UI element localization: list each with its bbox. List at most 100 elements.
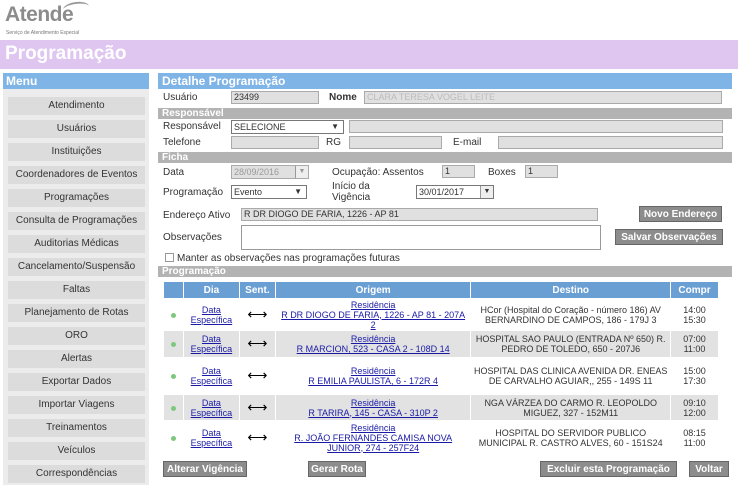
- compr-cell: 08:15 11:00: [670, 420, 719, 455]
- origem-title-link[interactable]: Residência: [351, 366, 396, 376]
- boxes-label: Boxes: [488, 167, 516, 178]
- responsavel-select[interactable]: SELECIONE ▼: [231, 120, 344, 134]
- dia-link[interactable]: Data Específica: [191, 398, 233, 418]
- origem-address-link[interactable]: R DR DIOGO DE FARIA, 1226 - AP 81 - 207A…: [281, 310, 465, 330]
- calendar-dropdown-icon: ▼: [480, 186, 493, 198]
- programacao-label: Programação: [163, 187, 224, 198]
- origem-title-link[interactable]: Residência: [351, 334, 396, 344]
- alterar-vigencia-button[interactable]: Alterar Vigência: [163, 461, 247, 477]
- origem-title-link[interactable]: Residência: [351, 300, 396, 310]
- menu-item-consulta-programacoes[interactable]: Consulta de Programações: [8, 212, 145, 230]
- novo-endereco-button[interactable]: Novo Endereço: [639, 206, 722, 222]
- page-title: Programação: [5, 43, 127, 64]
- table-row: Data Específica ⟷ Residência R. JOÃO FERN…: [163, 420, 719, 455]
- menu-item-instituicoes[interactable]: Instituições: [8, 143, 145, 161]
- status-dot-icon: [170, 342, 176, 347]
- ocupacao-label: Ocupação: Assentos: [332, 167, 424, 178]
- origem-address-link[interactable]: R MARCION, 523 - CASA 2 - 108D 14: [297, 344, 450, 354]
- logo-subtitle: Serviço de Atendimento Especial: [6, 30, 80, 36]
- rg-label: RG: [326, 137, 341, 148]
- responsavel-name-field[interactable]: [349, 120, 723, 133]
- inicio-vigencia-label-1: Início da: [332, 181, 370, 192]
- menu-item-planejamento-rotas[interactable]: Planejamento de Rotas: [8, 304, 145, 322]
- nome-field[interactable]: CLARA TERESA VOGEL LEITE: [364, 91, 722, 104]
- responsavel-label: Responsável: [163, 121, 221, 132]
- main-panel: Detalhe Programação Usuário 23499 Nome C…: [158, 73, 732, 485]
- observacoes-textarea[interactable]: [241, 225, 601, 250]
- destino-cell: NGA VÁRZEA DO CARMO R. LEOPOLDO MIGUEZ, …: [470, 394, 671, 421]
- bidirectional-arrow-icon: ⟷: [247, 305, 268, 322]
- table-row: Data Específica ⟷ Residência R EMILIA PAU…: [163, 357, 719, 395]
- origem-address-link[interactable]: R EMILIA PAULISTA, 6 - 172R 4: [308, 376, 438, 386]
- data-label: Data: [163, 167, 185, 178]
- bidirectional-arrow-icon: ⟷: [247, 367, 268, 383]
- dia-link[interactable]: Data Específica: [191, 428, 233, 448]
- col-destino: Destino: [470, 281, 671, 299]
- col-status: [163, 281, 184, 299]
- programacao-section: Programação: [158, 266, 732, 277]
- salvar-observacoes-button[interactable]: Salvar Observações: [615, 229, 723, 245]
- destino-cell: HOSPITAL DO SERVIDOR PUBLICO MUNICIPAL R…: [470, 420, 671, 455]
- origem-title-link[interactable]: Residência: [351, 398, 396, 408]
- sidebar-menu: Menu Atendimento Usuários Instituições C…: [3, 73, 149, 485]
- usuario-field[interactable]: 23499: [231, 91, 319, 104]
- menu-item-auditorias[interactable]: Auditorias Médicas: [8, 235, 145, 253]
- menu-item-oro[interactable]: ORO: [8, 327, 145, 345]
- menu-item-treinamentos[interactable]: Treinamentos: [8, 419, 145, 437]
- dia-link[interactable]: Data Específica: [191, 334, 233, 354]
- endereco-label: Endereço Ativo: [163, 210, 231, 221]
- programacao-select[interactable]: Evento ▼: [231, 185, 307, 199]
- boxes-field[interactable]: 1: [525, 165, 558, 178]
- excluir-programacao-button[interactable]: Excluir esta Programação: [540, 461, 677, 477]
- table-row: Data Específica ⟷ Residência R DR DIOGO D…: [163, 298, 719, 331]
- inicio-vigencia-label-2: Vigência: [332, 192, 371, 203]
- endereco-field[interactable]: R DR DIOGO DE FARIA, 1226 - AP 81: [241, 208, 598, 221]
- chevron-down-icon: ▼: [331, 122, 339, 131]
- origem-address-link[interactable]: R TARIRA, 145 - CASA - 310P 2: [308, 408, 438, 418]
- menu-item-cancelamento[interactable]: Cancelamento/Suspensão: [8, 258, 145, 276]
- col-origem: Origem: [274, 281, 472, 299]
- manter-observacoes-label: Manter as observações nas programações f…: [177, 253, 400, 264]
- menu-item-importar-viagens[interactable]: Importar Viagens: [8, 396, 145, 414]
- compr-cell: 14:00 15:30: [670, 298, 719, 331]
- email-label: E-mail: [453, 137, 482, 148]
- telefone-field[interactable]: [231, 136, 319, 149]
- manter-observacoes-checkbox[interactable]: [165, 253, 174, 262]
- rg-field[interactable]: [349, 136, 442, 149]
- gerar-rota-button[interactable]: Gerar Rota: [308, 461, 366, 477]
- voltar-button[interactable]: Voltar: [689, 461, 729, 477]
- inicio-vigencia-date-picker[interactable]: 30/01/2017 ▼: [416, 185, 494, 199]
- email-field[interactable]: [498, 136, 723, 149]
- chevron-down-icon: ▼: [294, 187, 302, 196]
- table-row: Data Específica ⟷ Residência R MARCION, 5…: [163, 330, 719, 358]
- destino-cell: HOSPITAL DAS CLINICA AVENIDA DR. ENEAS D…: [470, 357, 671, 395]
- origem-title-link[interactable]: Residência: [351, 423, 396, 433]
- assentos-field[interactable]: 1: [442, 165, 475, 178]
- destino-cell: HOSPITAL SAO PAULO (ENTRADA Nº 650) R. P…: [470, 330, 671, 358]
- telefone-label: Telefone: [163, 137, 201, 148]
- menu-item-coordenadores[interactable]: Coordenadores de Eventos: [8, 166, 145, 184]
- responsavel-value: SELECIONE: [234, 122, 286, 132]
- menu-item-correspondencias[interactable]: Correspondências: [8, 465, 145, 483]
- programacao-value: Evento: [234, 187, 263, 197]
- menu-item-alertas[interactable]: Alertas: [8, 350, 145, 368]
- menu-item-veiculos[interactable]: Veículos: [8, 442, 145, 460]
- origem-address-link[interactable]: R. JOÃO FERNANDES CAMISA NOVA JUNIOR, 27…: [294, 433, 452, 453]
- menu-item-programacoes[interactable]: Programações: [8, 189, 145, 207]
- menu-item-faltas[interactable]: Faltas: [8, 281, 145, 299]
- menu-item-usuarios[interactable]: Usuários: [8, 120, 145, 138]
- bidirectional-arrow-icon: ⟷: [247, 335, 268, 351]
- data-date-picker[interactable]: 28/09/2016 ▼: [231, 165, 309, 179]
- dia-link[interactable]: Data Específica: [191, 305, 233, 325]
- compr-cell: 09:10 12:00: [670, 394, 719, 421]
- observacoes-label: Observações: [163, 232, 222, 243]
- nome-label: Nome: [329, 92, 357, 103]
- menu-item-atendimento[interactable]: Atendimento: [8, 97, 145, 115]
- calendar-dropdown-icon: ▼: [295, 166, 308, 178]
- programacao-table: Dia Sent. Origem Destino Compr Data Espe…: [163, 281, 719, 455]
- bidirectional-arrow-icon: ⟷: [247, 428, 268, 445]
- usuario-label: Usuário: [163, 92, 198, 103]
- dia-link[interactable]: Data Específica: [191, 366, 233, 386]
- col-dia: Dia: [182, 281, 240, 299]
- menu-item-exportar-dados[interactable]: Exportar Dados: [8, 373, 145, 391]
